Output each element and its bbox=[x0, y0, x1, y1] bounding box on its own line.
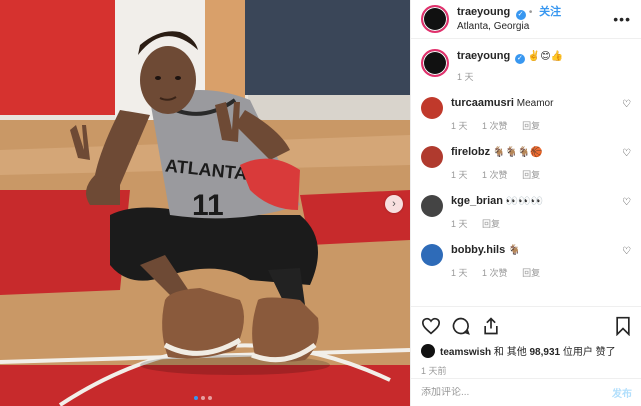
post-header-text: traeyoung ✓ • 关注 Atlanta, Georgia bbox=[457, 5, 613, 33]
comment-text: 🐐🐐🐐🏀 bbox=[492, 147, 543, 158]
comments-list[interactable]: traeyoung ✓ ✌️😊👍 1 天 turcaamusri Meamor … bbox=[411, 39, 641, 307]
follow-button[interactable]: 关注 bbox=[539, 6, 561, 18]
carousel-dots bbox=[194, 396, 212, 400]
carousel-dot bbox=[208, 396, 212, 400]
commenter-avatar[interactable] bbox=[421, 97, 443, 119]
comment-heart-icon[interactable]: ♡ bbox=[622, 246, 631, 257]
likes-summary: teamswish 和 其他 98,931 位用户 赞了 bbox=[421, 343, 632, 358]
post-timestamp: 1 天前 bbox=[421, 366, 447, 376]
comment-meta: 1 天 1 次赞 回复 bbox=[451, 168, 631, 182]
post-header: traeyoung ✓ • 关注 Atlanta, Georgia ••• bbox=[411, 0, 641, 39]
comment-likes[interactable]: 1 次赞 bbox=[482, 268, 508, 278]
reply-button[interactable]: 回复 bbox=[522, 268, 540, 278]
comment-item: kge_brian 👀👀👀 1 天 回复 ♡ bbox=[421, 194, 631, 231]
post-photo[interactable]: ATLANTA 11 › bbox=[0, 0, 410, 406]
commenter-avatar[interactable] bbox=[421, 244, 443, 266]
caption-time: 1 天 bbox=[457, 72, 474, 82]
add-comment-bar: 发布 bbox=[411, 378, 641, 406]
comment-meta: 1 天 1 次赞 回复 bbox=[451, 266, 631, 280]
caption-avatar[interactable] bbox=[421, 49, 449, 77]
comment-username[interactable]: kge_brian bbox=[451, 195, 503, 207]
reply-button[interactable]: 回复 bbox=[522, 170, 540, 180]
header-separator: • bbox=[528, 7, 536, 18]
comment-meta: 1 天 回复 bbox=[451, 217, 631, 231]
verified-badge-icon: ✓ bbox=[514, 54, 525, 64]
caption-username[interactable]: traeyoung bbox=[457, 50, 510, 62]
likes-suffix: 位用户 赞了 bbox=[560, 347, 616, 358]
comment-heart-icon[interactable]: ♡ bbox=[622, 148, 631, 159]
likes-count[interactable]: 98,931 bbox=[529, 347, 560, 358]
post-side-panel: traeyoung ✓ • 关注 Atlanta, Georgia ••• tr… bbox=[410, 0, 641, 406]
verified-badge-icon: ✓ bbox=[515, 10, 526, 20]
commenter-avatar[interactable] bbox=[421, 195, 443, 217]
action-icons bbox=[421, 313, 632, 339]
share-icon[interactable] bbox=[481, 316, 501, 336]
liker-avatar[interactable] bbox=[421, 343, 435, 358]
post-location[interactable]: Atlanta, Georgia bbox=[457, 20, 613, 33]
carousel-dot bbox=[201, 396, 205, 400]
comment-body: bobby.hils 🐐 1 天 1 次赞 回复 bbox=[451, 243, 631, 280]
comment-time: 1 天 bbox=[451, 121, 468, 131]
comment-heart-icon[interactable]: ♡ bbox=[622, 197, 631, 208]
comment-likes[interactable]: 1 次赞 bbox=[482, 121, 508, 131]
comment-username[interactable]: firelobz bbox=[451, 146, 490, 158]
photo-illustration: ATLANTA 11 bbox=[0, 0, 410, 406]
likes-and-others: 和 其他 bbox=[491, 347, 530, 358]
jersey-number: 11 bbox=[192, 189, 224, 222]
comment-item: turcaamusri Meamor 1 天 1 次赞 回复 ♡ bbox=[421, 96, 631, 133]
comment-text: Meamor bbox=[516, 98, 554, 109]
likes-text: teamswish 和 其他 98,931 位用户 赞了 bbox=[440, 343, 616, 358]
author-username[interactable]: traeyoung bbox=[457, 6, 510, 18]
comment-item: firelobz 🐐🐐🐐🏀 1 天 1 次赞 回复 ♡ bbox=[421, 145, 631, 182]
bookmark-icon[interactable] bbox=[614, 316, 632, 336]
post-caption: traeyoung ✓ ✌️😊👍 1 天 bbox=[421, 49, 631, 84]
comment-username[interactable]: turcaamusri bbox=[451, 97, 514, 109]
author-avatar[interactable] bbox=[421, 5, 449, 33]
comment-username[interactable]: bobby.hils bbox=[451, 244, 505, 256]
comment-body: firelobz 🐐🐐🐐🏀 1 天 1 次赞 回复 bbox=[451, 145, 631, 182]
post-actions: teamswish 和 其他 98,931 位用户 赞了 1 天前 bbox=[411, 306, 641, 377]
comment-body: kge_brian 👀👀👀 1 天 回复 bbox=[451, 194, 631, 231]
caption-text: ✌️😊👍 bbox=[527, 51, 564, 62]
chevron-right-icon: › bbox=[392, 197, 396, 210]
comment-text: 👀👀👀 bbox=[505, 196, 544, 207]
comment-time: 1 天 bbox=[451, 268, 468, 278]
comment-time: 1 天 bbox=[451, 170, 468, 180]
comment-heart-icon[interactable]: ♡ bbox=[622, 99, 631, 110]
comment-likes[interactable]: 1 次赞 bbox=[482, 170, 508, 180]
reply-button[interactable]: 回复 bbox=[482, 219, 500, 229]
liker-username[interactable]: teamswish bbox=[440, 347, 491, 358]
heart-icon[interactable] bbox=[421, 317, 441, 335]
comment-time: 1 天 bbox=[451, 219, 468, 229]
comment-body: turcaamusri Meamor 1 天 1 次赞 回复 bbox=[451, 96, 631, 133]
comment-item: bobby.hils 🐐 1 天 1 次赞 回复 ♡ bbox=[421, 243, 631, 280]
more-options-icon[interactable]: ••• bbox=[613, 11, 631, 27]
caption-body: traeyoung ✓ ✌️😊👍 1 天 bbox=[457, 49, 631, 84]
next-photo-button[interactable]: › bbox=[385, 195, 403, 213]
reply-button[interactable]: 回复 bbox=[522, 121, 540, 131]
comment-text: 🐐 bbox=[507, 245, 521, 256]
comment-input[interactable] bbox=[421, 387, 612, 398]
post-comment-button[interactable]: 发布 bbox=[612, 385, 632, 400]
comment-icon[interactable] bbox=[451, 316, 471, 336]
carousel-dot-active bbox=[194, 396, 198, 400]
commenter-avatar[interactable] bbox=[421, 146, 443, 168]
comment-meta: 1 天 1 次赞 回复 bbox=[451, 119, 631, 133]
